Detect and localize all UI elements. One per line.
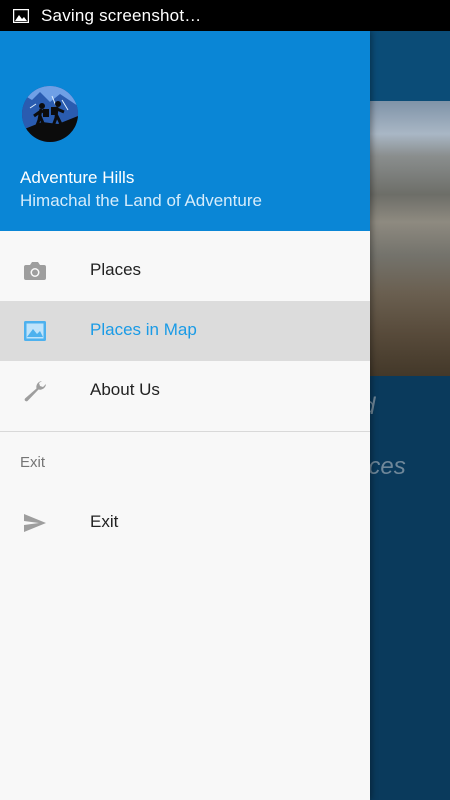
drawer-header: Adventure Hills Himachal the Land of Adv… — [0, 31, 370, 231]
section-label-exit: Exit — [20, 454, 46, 471]
hikers-logo-icon — [22, 86, 78, 142]
background-landscape-image — [370, 101, 450, 376]
navigation-drawer: Adventure Hills Himachal the Land of Adv… — [0, 31, 370, 800]
wrench-icon — [24, 381, 46, 402]
menu-divider — [0, 431, 370, 432]
app-subtitle: Himachal the Land of Adventure — [20, 191, 262, 210]
menu-item-label: Places in Map — [90, 320, 197, 339]
menu-item-label: Exit — [90, 512, 119, 531]
menu-item-places-in-map[interactable]: Places in Map — [0, 301, 370, 361]
app-title: Adventure Hills — [20, 168, 135, 187]
drawer-menu: Places Places in Map About Us — [0, 241, 370, 421]
menu-item-label: About Us — [90, 380, 160, 399]
status-bar: Saving screenshot… — [0, 0, 450, 31]
status-text: Saving screenshot… — [41, 5, 202, 25]
image-icon — [13, 8, 29, 23]
send-icon — [24, 514, 46, 532]
camera-icon — [24, 262, 46, 280]
avatar[interactable] — [22, 86, 78, 142]
menu-item-exit[interactable]: Exit — [0, 493, 370, 553]
menu-item-label: Places — [90, 260, 142, 279]
menu-item-about-us[interactable]: About Us — [0, 361, 370, 421]
image-icon — [24, 321, 46, 341]
menu-item-places[interactable]: Places — [0, 241, 370, 301]
